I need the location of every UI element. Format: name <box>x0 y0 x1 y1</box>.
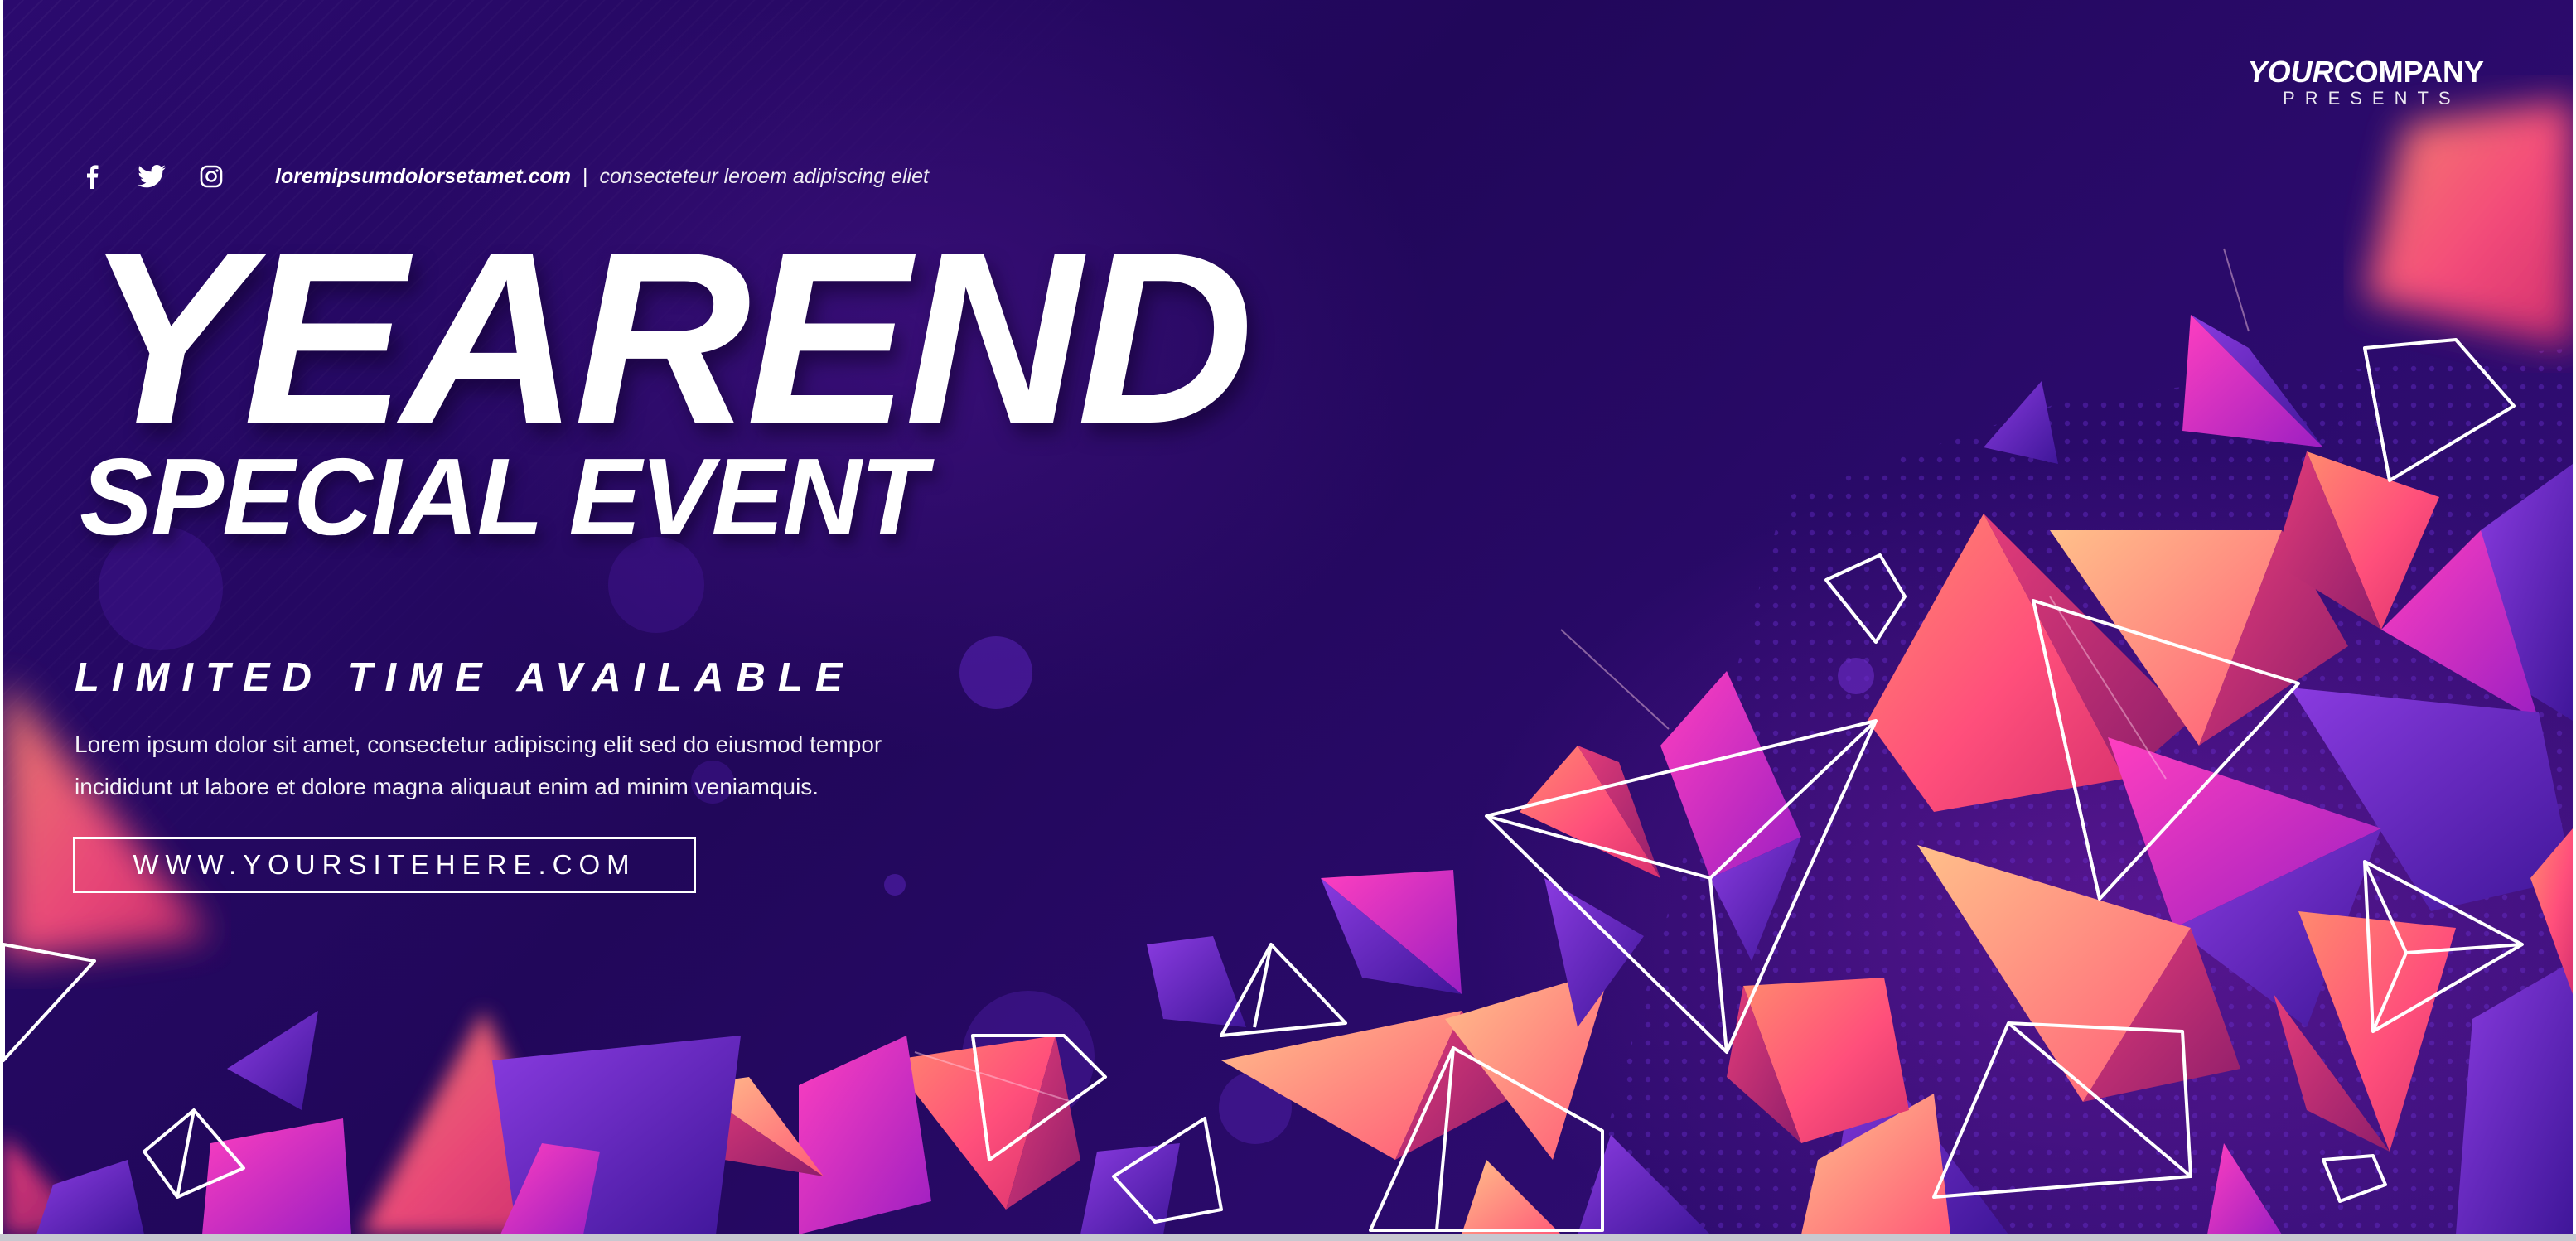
headline-subtitle: SPECIAL EVENT <box>80 436 926 558</box>
description-line-1: Lorem ipsum dolor sit amet, consectetur … <box>75 732 882 757</box>
company-logo: YOURCOMPANY PRESENTS <box>2248 56 2484 109</box>
event-banner: YOURCOMPANY PRESENTS loremipsumdolorseta… <box>3 0 2573 1234</box>
facebook-icon[interactable] <box>78 162 106 191</box>
description-text: Lorem ipsum dolor sit amet, consectetur … <box>75 723 1069 808</box>
social-row: loremipsumdolorsetamet.com | consecteteu… <box>78 162 929 191</box>
tagline: consecteteur leroem adipiscing eliet <box>599 164 929 188</box>
website-cta-button[interactable]: WWW.YOURSITEHERE.COM <box>73 837 696 893</box>
company-name-your: YOUR <box>2247 55 2334 89</box>
headline-title: YEAREND <box>85 200 1254 475</box>
twitter-icon[interactable] <box>138 162 166 191</box>
company-name-company: COMPANY <box>2333 55 2484 89</box>
description-line-2: incididunt ut labore et dolore magna ali… <box>75 774 819 799</box>
presents-label: PRESENTS <box>2283 88 2461 109</box>
instagram-icon[interactable] <box>197 162 225 191</box>
separator: | <box>582 164 588 188</box>
bottom-border <box>0 1234 2576 1241</box>
website-link[interactable]: loremipsumdolorsetamet.com <box>275 165 571 189</box>
limited-time-label: LIMITED TIME AVAILABLE <box>75 655 855 700</box>
company-name: YOURCOMPANY <box>2248 56 2484 88</box>
